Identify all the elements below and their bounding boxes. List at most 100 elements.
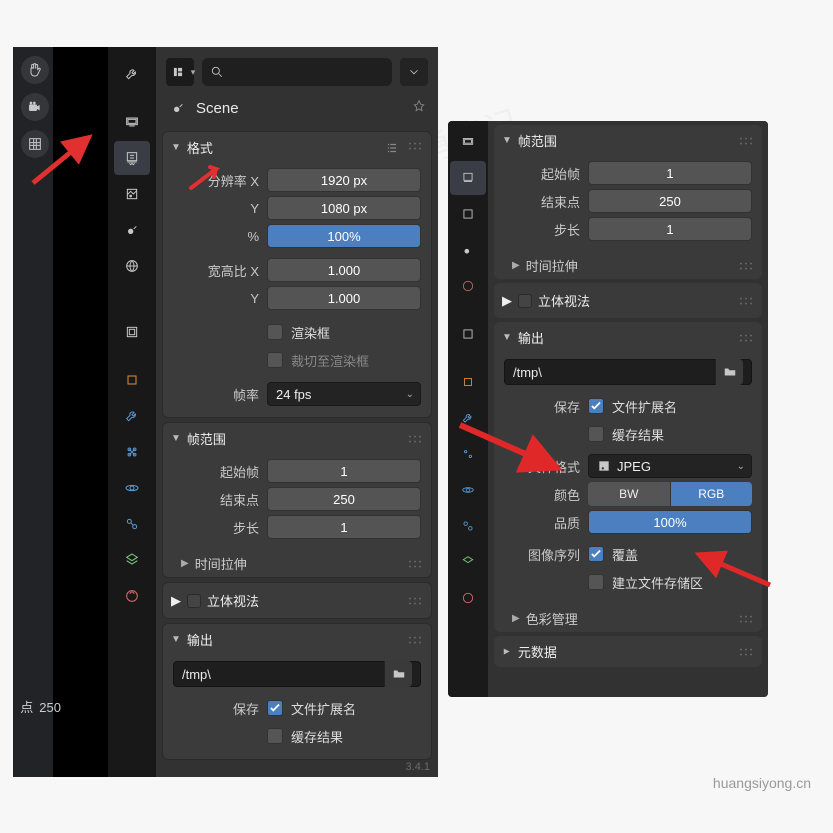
section-metadata-title: 元数据 (518, 642, 557, 661)
property-tabs-right (448, 121, 488, 697)
input-frame-step[interactable]: 1 (267, 515, 421, 539)
tab-collection[interactable] (114, 315, 150, 349)
tab-output[interactable] (114, 141, 150, 175)
grip-icon[interactable] (738, 614, 754, 624)
tab-data-r[interactable] (450, 545, 486, 579)
tab-constraints[interactable] (114, 507, 150, 541)
grip-icon[interactable] (738, 333, 754, 343)
section-stereo-header[interactable]: ▶ 立体视法 (163, 583, 431, 618)
label-frame-end-r: 结束点 (504, 192, 588, 211)
section-metadata-header[interactable]: ▼ 元数据 (494, 636, 762, 667)
checkbox-cache-result[interactable] (267, 728, 283, 744)
slider-quality[interactable]: 100% (588, 510, 752, 534)
browse-folder-button-r[interactable] (715, 359, 743, 385)
tab-object[interactable] (114, 363, 150, 397)
tab-material-r[interactable] (450, 581, 486, 615)
browse-folder-button[interactable] (384, 661, 412, 687)
input-aspect-x[interactable]: 1.000 (267, 258, 421, 282)
checkbox-placeholders[interactable] (588, 574, 604, 590)
input-res-y[interactable]: 1080 px (267, 196, 421, 220)
label-img-seq: 图像序列 (504, 545, 588, 564)
grip-icon[interactable] (407, 434, 423, 444)
tab-scene-r[interactable] (450, 233, 486, 267)
checkbox-render-region[interactable] (267, 324, 283, 340)
section-output-r-header[interactable]: ▼ 输出 (494, 322, 762, 353)
tab-scene[interactable] (114, 213, 150, 247)
input-res-x[interactable]: 1920 px (267, 168, 421, 192)
grip-icon[interactable] (407, 559, 423, 569)
pin-icon[interactable] (412, 99, 426, 117)
slider-res-pct[interactable]: 100% (267, 224, 421, 248)
options-dropdown-button[interactable] (400, 58, 428, 86)
grip-icon[interactable] (738, 261, 754, 271)
grip-icon[interactable] (738, 296, 754, 306)
label-save: 保存 (173, 699, 267, 718)
grip-icon[interactable] (738, 647, 754, 657)
grip-icon[interactable] (407, 596, 423, 606)
checkbox-stereo[interactable] (187, 594, 201, 608)
checkbox-file-ext[interactable] (267, 700, 283, 716)
dropdown-fps[interactable]: 24 fps⌄ (267, 382, 421, 406)
section-format-header[interactable]: ▼ 格式 (163, 132, 431, 163)
output-path-field-r[interactable]: /tmp\ (504, 359, 752, 385)
tab-data[interactable] (114, 543, 150, 577)
grid-view-button[interactable] (21, 130, 49, 158)
tab-render[interactable] (114, 105, 150, 139)
search-input[interactable] (202, 58, 392, 86)
tab-physics[interactable] (114, 471, 150, 505)
tab-object-r[interactable] (450, 365, 486, 399)
checkbox-cache-result-r[interactable] (588, 426, 604, 442)
checkbox-file-ext-r[interactable] (588, 398, 604, 414)
section-frame-range-r-header[interactable]: ▼ 帧范围 (494, 125, 762, 156)
property-tabs (108, 47, 156, 777)
checkbox-crop-region[interactable] (267, 352, 283, 368)
seg-bw[interactable]: BW (588, 482, 671, 506)
output-path-field[interactable]: /tmp\ (173, 661, 421, 687)
pan-view-button[interactable] (21, 56, 49, 84)
tab-material[interactable] (114, 579, 150, 613)
panel-version: 3.4.1 (406, 761, 430, 773)
tab-collection-r[interactable] (450, 317, 486, 351)
tab-particles[interactable] (114, 435, 150, 469)
grip-icon[interactable] (738, 136, 754, 146)
subsection-time-stretch[interactable]: ▶ 时间拉伸 (163, 550, 431, 577)
section-frame-range-header[interactable]: ▼ 帧范围 (163, 423, 431, 454)
subsection-time-stretch-r[interactable]: ▶ 时间拉伸 (494, 252, 762, 279)
grip-icon[interactable] (407, 635, 423, 645)
tab-output-r[interactable] (450, 161, 486, 195)
tab-tool[interactable] (114, 57, 150, 91)
tab-modifiers[interactable] (114, 399, 150, 433)
properties-panel-right: ▼ 帧范围 起始帧1 结束点250 步长1 ▶ 时间拉伸 ▶ 立体视法 (488, 121, 768, 697)
input-aspect-y[interactable]: 1.000 (267, 286, 421, 310)
input-frame-end[interactable]: 250 (267, 487, 421, 511)
camera-view-button[interactable] (21, 93, 49, 121)
section-stereo-r-header[interactable]: ▶ 立体视法 (494, 283, 762, 318)
editor-type-dropdown[interactable]: ▾ (166, 58, 194, 86)
tab-viewlayer-r[interactable] (450, 197, 486, 231)
label-file-fmt: 文件格式 (504, 457, 588, 476)
tab-modifiers-r[interactable] (450, 401, 486, 435)
input-frame-start[interactable]: 1 (267, 459, 421, 483)
tab-world[interactable] (114, 249, 150, 283)
section-output-r-title: 输出 (518, 328, 544, 347)
tab-render-r[interactable] (450, 125, 486, 159)
section-output: ▼ 输出 /tmp\ 保存 文件扩展名 缓存结果 (162, 623, 432, 760)
toggle-color-mode[interactable]: BW RGB (588, 482, 752, 506)
checkbox-overwrite[interactable] (588, 546, 604, 562)
grip-icon[interactable] (407, 141, 423, 151)
label-frame-step-r: 步长 (504, 220, 588, 239)
checkbox-stereo-r[interactable] (518, 294, 532, 308)
presets-icon[interactable] (385, 141, 399, 155)
tab-constraints-r[interactable] (450, 509, 486, 543)
section-output-header[interactable]: ▼ 输出 (163, 624, 431, 655)
tab-world-r[interactable] (450, 269, 486, 303)
tab-particles-r[interactable] (450, 437, 486, 471)
dropdown-file-format[interactable]: JPEG⌄ (588, 454, 752, 478)
input-frame-step-r[interactable]: 1 (588, 217, 752, 241)
tab-viewlayer[interactable] (114, 177, 150, 211)
tab-physics-r[interactable] (450, 473, 486, 507)
subsection-color-mgmt[interactable]: ▶ 色彩管理 (494, 605, 762, 632)
input-frame-end-r[interactable]: 250 (588, 189, 752, 213)
input-frame-start-r[interactable]: 1 (588, 161, 752, 185)
seg-rgb[interactable]: RGB (671, 482, 753, 506)
